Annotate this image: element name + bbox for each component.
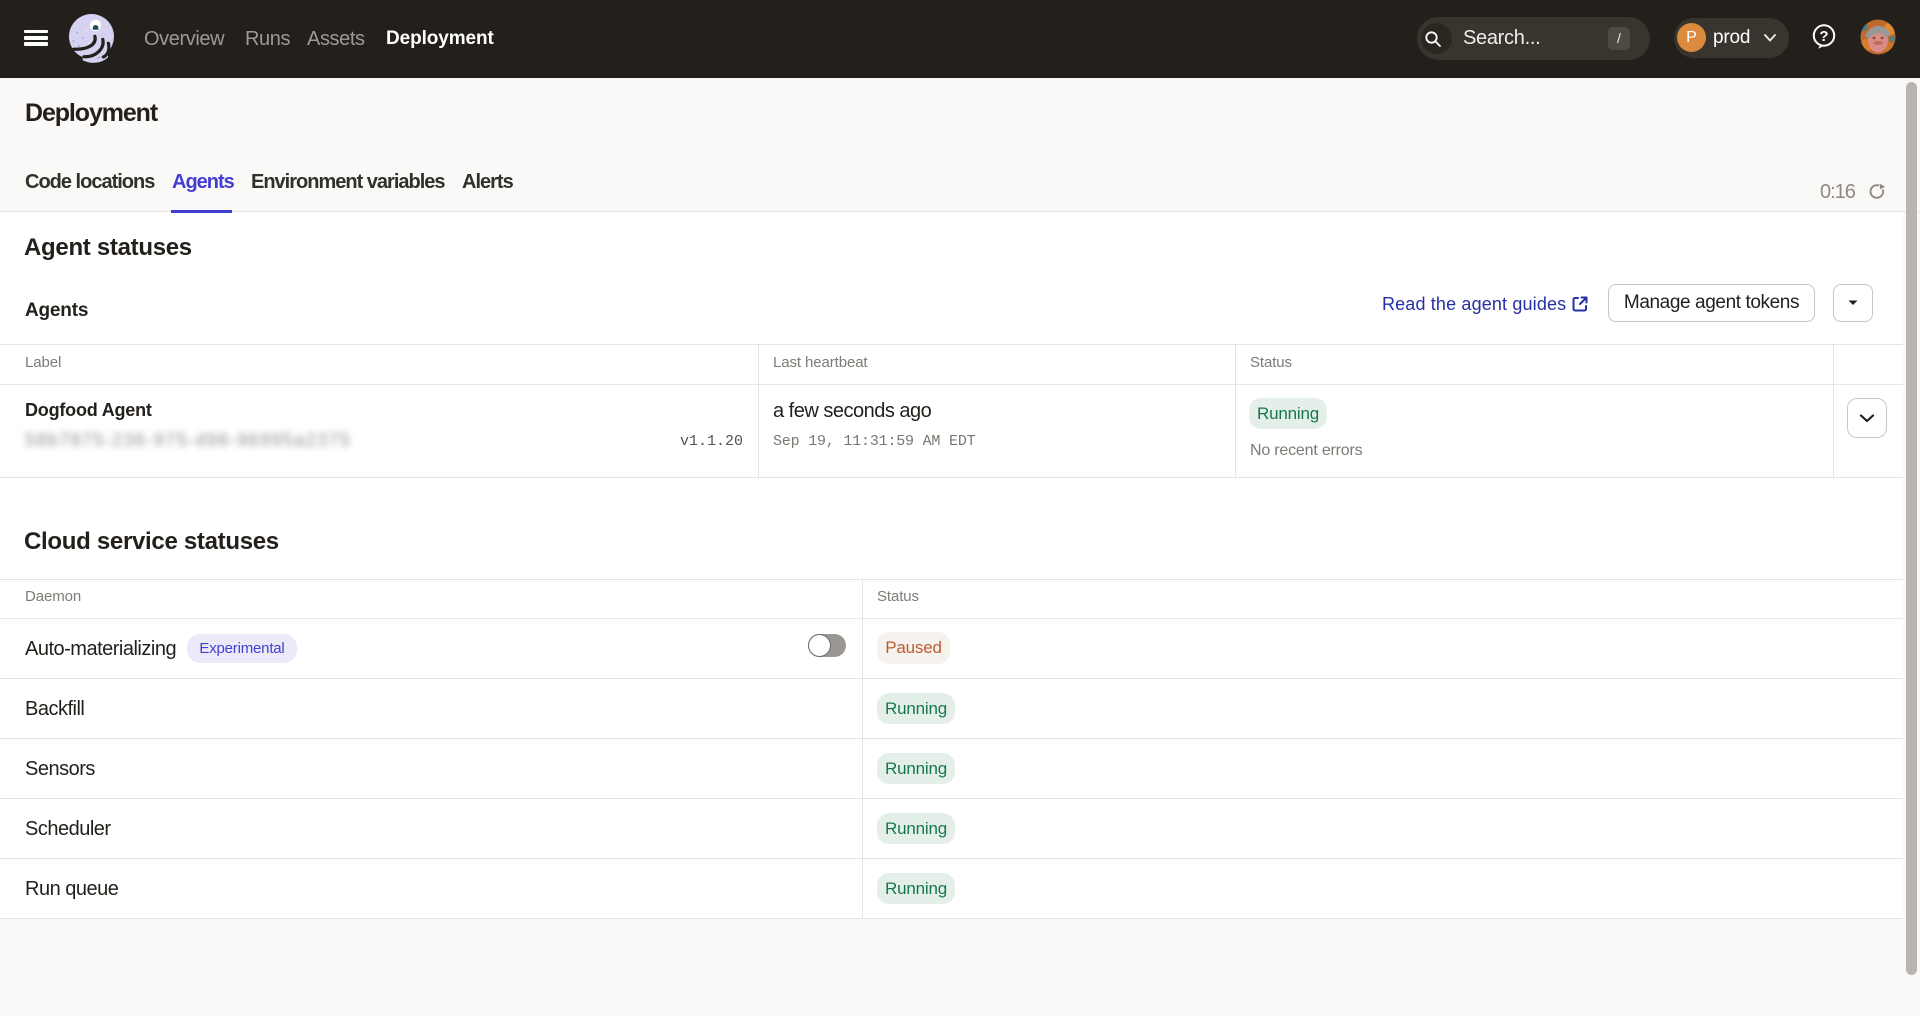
svg-text:?: ?: [1819, 28, 1828, 45]
